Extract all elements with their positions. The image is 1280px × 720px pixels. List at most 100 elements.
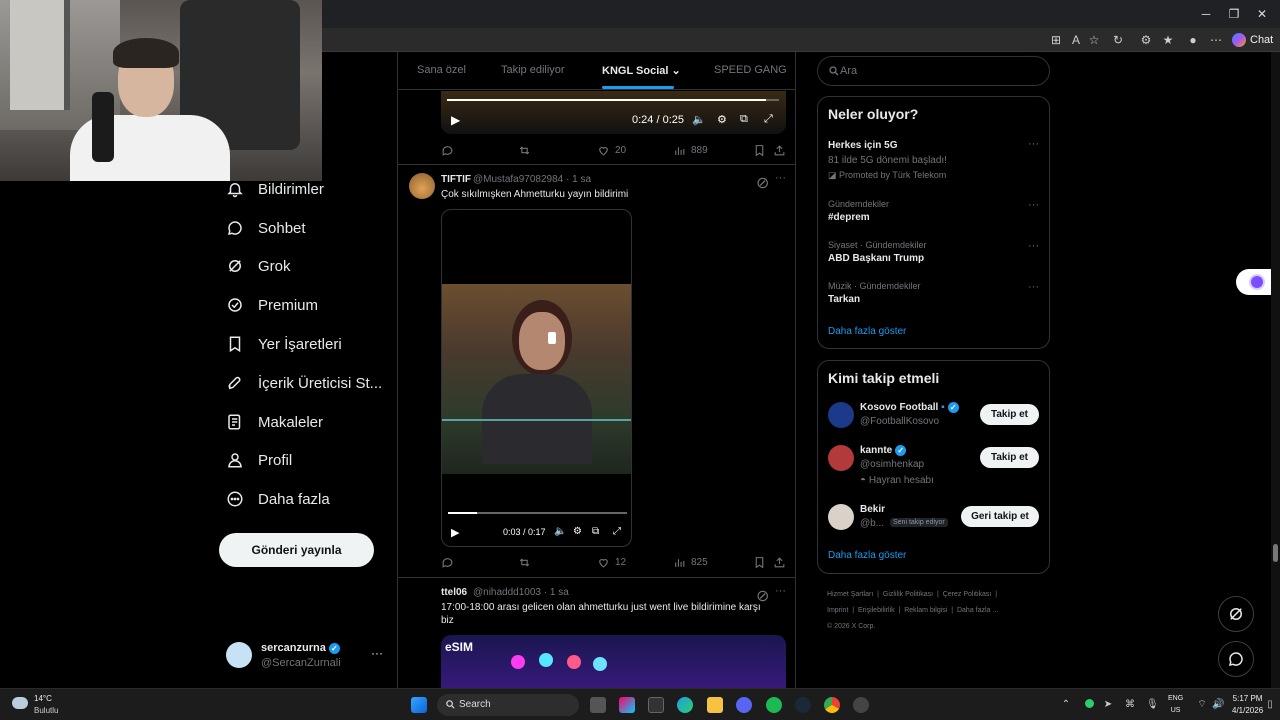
copilot-chat-button[interactable]: Chat — [1232, 31, 1278, 49]
refresh-icon[interactable]: ↻ — [1110, 32, 1126, 48]
spotify-icon[interactable] — [766, 697, 782, 713]
apps-icon[interactable]: ⊞ — [1048, 32, 1064, 48]
views-button[interactable]: 889 — [673, 144, 708, 157]
volume-icon[interactable]: 🔊 — [1212, 699, 1224, 711]
footer-link[interactable]: Reklam bilgisi — [904, 607, 947, 614]
like-button[interactable]: 20 — [597, 144, 626, 157]
notifications-icon[interactable]: ▯ — [1264, 699, 1276, 711]
tweet-author-handle[interactable]: @Mustafa97082984 · 1 sa — [473, 174, 591, 185]
video-progress-track[interactable] — [447, 99, 779, 101]
trend-name[interactable]: Tarkan — [828, 294, 860, 305]
reply-button[interactable] — [441, 556, 459, 569]
avatar[interactable] — [828, 402, 854, 428]
reply-button[interactable] — [441, 144, 459, 157]
footer-link[interactable]: Çerez Politikası — [943, 591, 992, 598]
more-icon[interactable]: ··· — [1028, 138, 1039, 150]
search-input[interactable]: Ara — [817, 56, 1050, 86]
follow-name[interactable]: kannte ✓ — [860, 445, 907, 456]
fullscreen-icon[interactable]: ⤢ — [613, 526, 621, 537]
follow-button[interactable]: Takip et — [980, 447, 1039, 468]
repost-button[interactable] — [518, 556, 536, 569]
file-explorer-icon[interactable] — [707, 697, 723, 713]
task-view-icon[interactable] — [590, 697, 606, 713]
share-button[interactable] — [773, 556, 786, 569]
tweet-author-handle[interactable]: @nihaddd1003 · 1 sa — [473, 587, 569, 598]
footer-link[interactable]: Imprint — [827, 607, 848, 614]
messages-float-button[interactable] — [1218, 641, 1254, 677]
store-icon[interactable] — [648, 697, 664, 713]
post-button[interactable]: Gönderi yayınla — [219, 533, 374, 567]
footer-link[interactable]: Hizmet Şartları — [827, 591, 873, 598]
account-switcher[interactable]: sercanzurna ✓ @SercanZurnali ··· — [226, 640, 386, 672]
footer-link[interactable]: Daha fazla ... — [957, 607, 998, 614]
chrome-icon[interactable] — [824, 697, 840, 713]
profile-icon[interactable]: ● — [1185, 32, 1201, 48]
weather-widget[interactable]: 14°C Bulutlu — [12, 693, 92, 717]
restore-icon[interactable]: ❐ — [1226, 6, 1242, 22]
grok-icon[interactable]: ⊘ — [756, 173, 769, 192]
nav-item-bookmarks[interactable]: Yer İşaretleri — [226, 330, 342, 358]
more-icon[interactable]: ··· — [775, 585, 786, 597]
trend-name[interactable]: Herkes için 5G — [828, 140, 897, 151]
volume-icon[interactable]: 🔈 — [692, 113, 706, 126]
nav-item-profile[interactable]: Profil — [226, 446, 292, 474]
volume-icon[interactable]: 🔈 — [554, 526, 566, 537]
nav-item-chat[interactable]: Sohbet — [226, 214, 306, 242]
nav-item-grok[interactable]: Grok — [226, 252, 291, 280]
bookmark-button[interactable] — [753, 556, 766, 569]
footer-link[interactable]: Gizlilik Politikası — [883, 591, 933, 598]
obs-icon[interactable] — [853, 697, 869, 713]
repost-button[interactable] — [518, 144, 536, 157]
grok-icon[interactable]: ⊘ — [756, 586, 769, 605]
follow-name[interactable]: Bekir — [860, 504, 885, 515]
tweet-media[interactable]: eSIM — [441, 635, 786, 688]
play-icon[interactable]: ▶ — [451, 526, 459, 539]
read-aloud-icon[interactable]: A — [1068, 32, 1084, 48]
close-icon[interactable]: ✕ — [1254, 6, 1270, 22]
video-player[interactable]: ▶ 0:24 / 0:25 🔈 ⚙ ⧉ ⤢ — [441, 91, 786, 134]
more-icon[interactable]: ··· — [1028, 199, 1039, 211]
favorite-star-icon[interactable]: ☆ — [1086, 32, 1102, 48]
more-icon[interactable]: ··· — [1028, 240, 1039, 252]
pip-icon[interactable]: ⧉ — [592, 526, 599, 537]
show-more-link[interactable]: Daha fazla göster — [828, 326, 906, 337]
tab-kngl-social[interactable]: KNGL Social ⌄ — [602, 64, 681, 77]
tweet-author-name[interactable]: ttel06 — [441, 587, 467, 598]
language-indicator[interactable]: ENG US — [1168, 693, 1183, 717]
fullscreen-icon[interactable]: ⤢ — [764, 113, 773, 126]
more-icon[interactable]: ··· — [371, 646, 383, 660]
status-dot-icon[interactable] — [1083, 699, 1095, 711]
grok-float-button[interactable] — [1218, 596, 1254, 632]
wifi-icon[interactable]: ⌔ — [1196, 699, 1208, 711]
extensions-icon[interactable]: ⚙ — [1138, 32, 1154, 48]
windows-start-icon[interactable] — [411, 697, 427, 713]
microphone-icon[interactable]: 🎙 — [1146, 699, 1159, 711]
tab-following[interactable]: Takip ediliyor — [501, 64, 565, 76]
avatar[interactable] — [409, 173, 435, 199]
tab-for-you[interactable]: Sana özel — [417, 64, 466, 76]
footer-link[interactable]: Erişilebilirlik — [858, 607, 895, 614]
chevron-up-icon[interactable]: ⌃ — [1060, 699, 1072, 711]
views-button[interactable]: 825 — [673, 556, 708, 569]
more-menu-icon[interactable]: ⋯ — [1208, 32, 1224, 48]
trend-name[interactable]: #deprem — [828, 212, 870, 223]
nav-item-premium[interactable]: Premium — [226, 291, 318, 319]
play-icon[interactable]: ▶ — [451, 113, 460, 127]
show-more-link[interactable]: Daha fazla göster — [828, 550, 906, 561]
more-icon[interactable]: ··· — [1028, 281, 1039, 293]
video-progress-track[interactable] — [448, 512, 627, 514]
like-button[interactable]: 12 — [597, 556, 626, 569]
trend-name[interactable]: ABD Başkanı Trump — [828, 253, 924, 264]
avatar[interactable] — [828, 504, 854, 530]
follow-button[interactable]: Takip et — [980, 404, 1039, 425]
copilot-icon[interactable] — [619, 697, 635, 713]
video-player[interactable]: ▶ 0:03 / 0:17 🔈 ⚙ ⧉ ⤢ — [441, 209, 632, 547]
clock[interactable]: 5:17 PM 4/1/2026 — [1232, 693, 1263, 717]
nav-item-articles[interactable]: Makaleler — [226, 408, 323, 436]
bookmark-button[interactable] — [753, 144, 766, 157]
nav-item-more[interactable]: Daha fazla — [226, 485, 330, 513]
tab-speed-gang[interactable]: SPEED GANG — [714, 64, 787, 76]
settings-icon[interactable]: ⚙ — [573, 526, 582, 537]
edge-icon[interactable] — [677, 697, 693, 713]
scrollbar-thumb[interactable] — [1273, 544, 1278, 562]
